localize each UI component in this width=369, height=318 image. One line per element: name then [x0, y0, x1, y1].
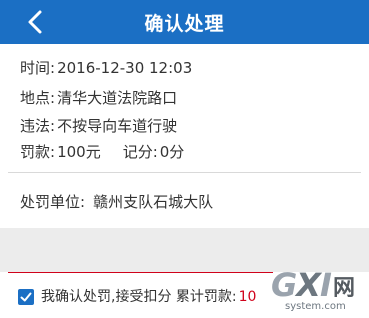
confirm-checkbox[interactable] [18, 289, 34, 305]
watermark-logo: GXI 网 system.com [271, 268, 363, 314]
violation-row: 违法: 不按导向车道行驶 [20, 116, 177, 136]
penalty-unit-row: 处罚单位: 赣州支队石城大队 [20, 192, 213, 212]
page-title: 确认处理 [144, 13, 225, 35]
fine-value: 100元 [57, 143, 101, 161]
violation-details: 时间: 2016-12-30 12:03 地点: 清华大道法院路口 违法: 不按导向车… [0, 44, 369, 170]
location-label: 地点: [20, 89, 56, 107]
location-value: 清华大道法院路口 [57, 89, 178, 107]
time-value: 2016-12-30 12:03 [57, 59, 193, 77]
app-header: 确认处理 [0, 0, 369, 44]
total-fine-amount: 10 [238, 289, 257, 305]
checkmark-icon [20, 292, 32, 302]
watermark-letters: GXI [271, 266, 332, 304]
watermark-han: 网 [333, 276, 356, 301]
confirm-text: 我确认处罚,接受扣分 累计罚款: [41, 289, 237, 305]
location-row: 地点: 清华大道法院路口 [20, 88, 177, 108]
fine-label: 罚款: [20, 143, 56, 161]
watermark-url: system.com [285, 301, 346, 312]
violation-value: 不按导向车道行驶 [57, 117, 178, 135]
time-label: 时间: [20, 59, 56, 77]
fine-points-row: 罚款: 100元 记分: 0分 [20, 142, 184, 162]
confirm-label[interactable]: 我确认处罚,接受扣分 累计罚款: 10 [41, 287, 256, 307]
points-value: 0分 [159, 143, 185, 161]
divider [8, 172, 361, 173]
penalty-unit-label: 处罚单位: [20, 193, 86, 211]
time-row: 时间: 2016-12-30 12:03 [20, 58, 192, 78]
points-label: 记分: [122, 143, 158, 161]
penalty-unit-value: 赣州支队石城大队 [93, 193, 214, 211]
violation-label: 违法: [20, 117, 56, 135]
